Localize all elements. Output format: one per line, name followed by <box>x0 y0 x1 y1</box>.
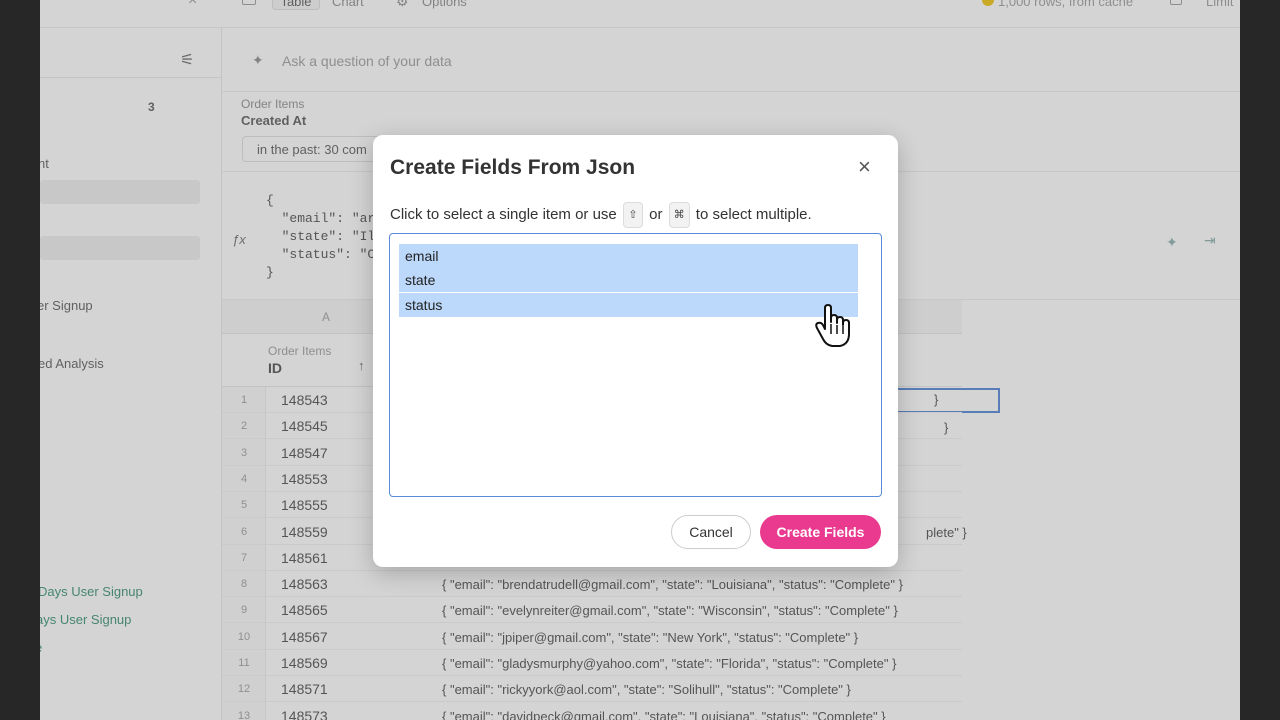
option-state[interactable]: state <box>399 268 858 292</box>
close-icon[interactable]: × <box>858 154 871 180</box>
option-status[interactable]: status <box>399 293 858 317</box>
create-fields-button[interactable]: Create Fields <box>760 515 881 549</box>
instruction-or: or <box>649 205 663 223</box>
instruction-text: to select multiple. <box>695 205 812 223</box>
json-keys-listbox[interactable]: email state status <box>389 233 882 497</box>
option-email[interactable]: email <box>399 244 858 268</box>
shift-key-icon: ⇧ <box>622 202 643 228</box>
command-key-icon: ⌘ <box>668 202 690 228</box>
instruction-text: Click to select a single item or use <box>390 205 617 223</box>
create-fields-dialog: Create Fields From Json × Click to selec… <box>373 135 898 567</box>
cancel-button[interactable]: Cancel <box>671 515 751 549</box>
dialog-instruction: Click to select a single item or use ⇧ o… <box>390 202 812 228</box>
hand-pointer-icon <box>815 304 850 347</box>
dialog-title: Create Fields From Json <box>390 156 636 179</box>
